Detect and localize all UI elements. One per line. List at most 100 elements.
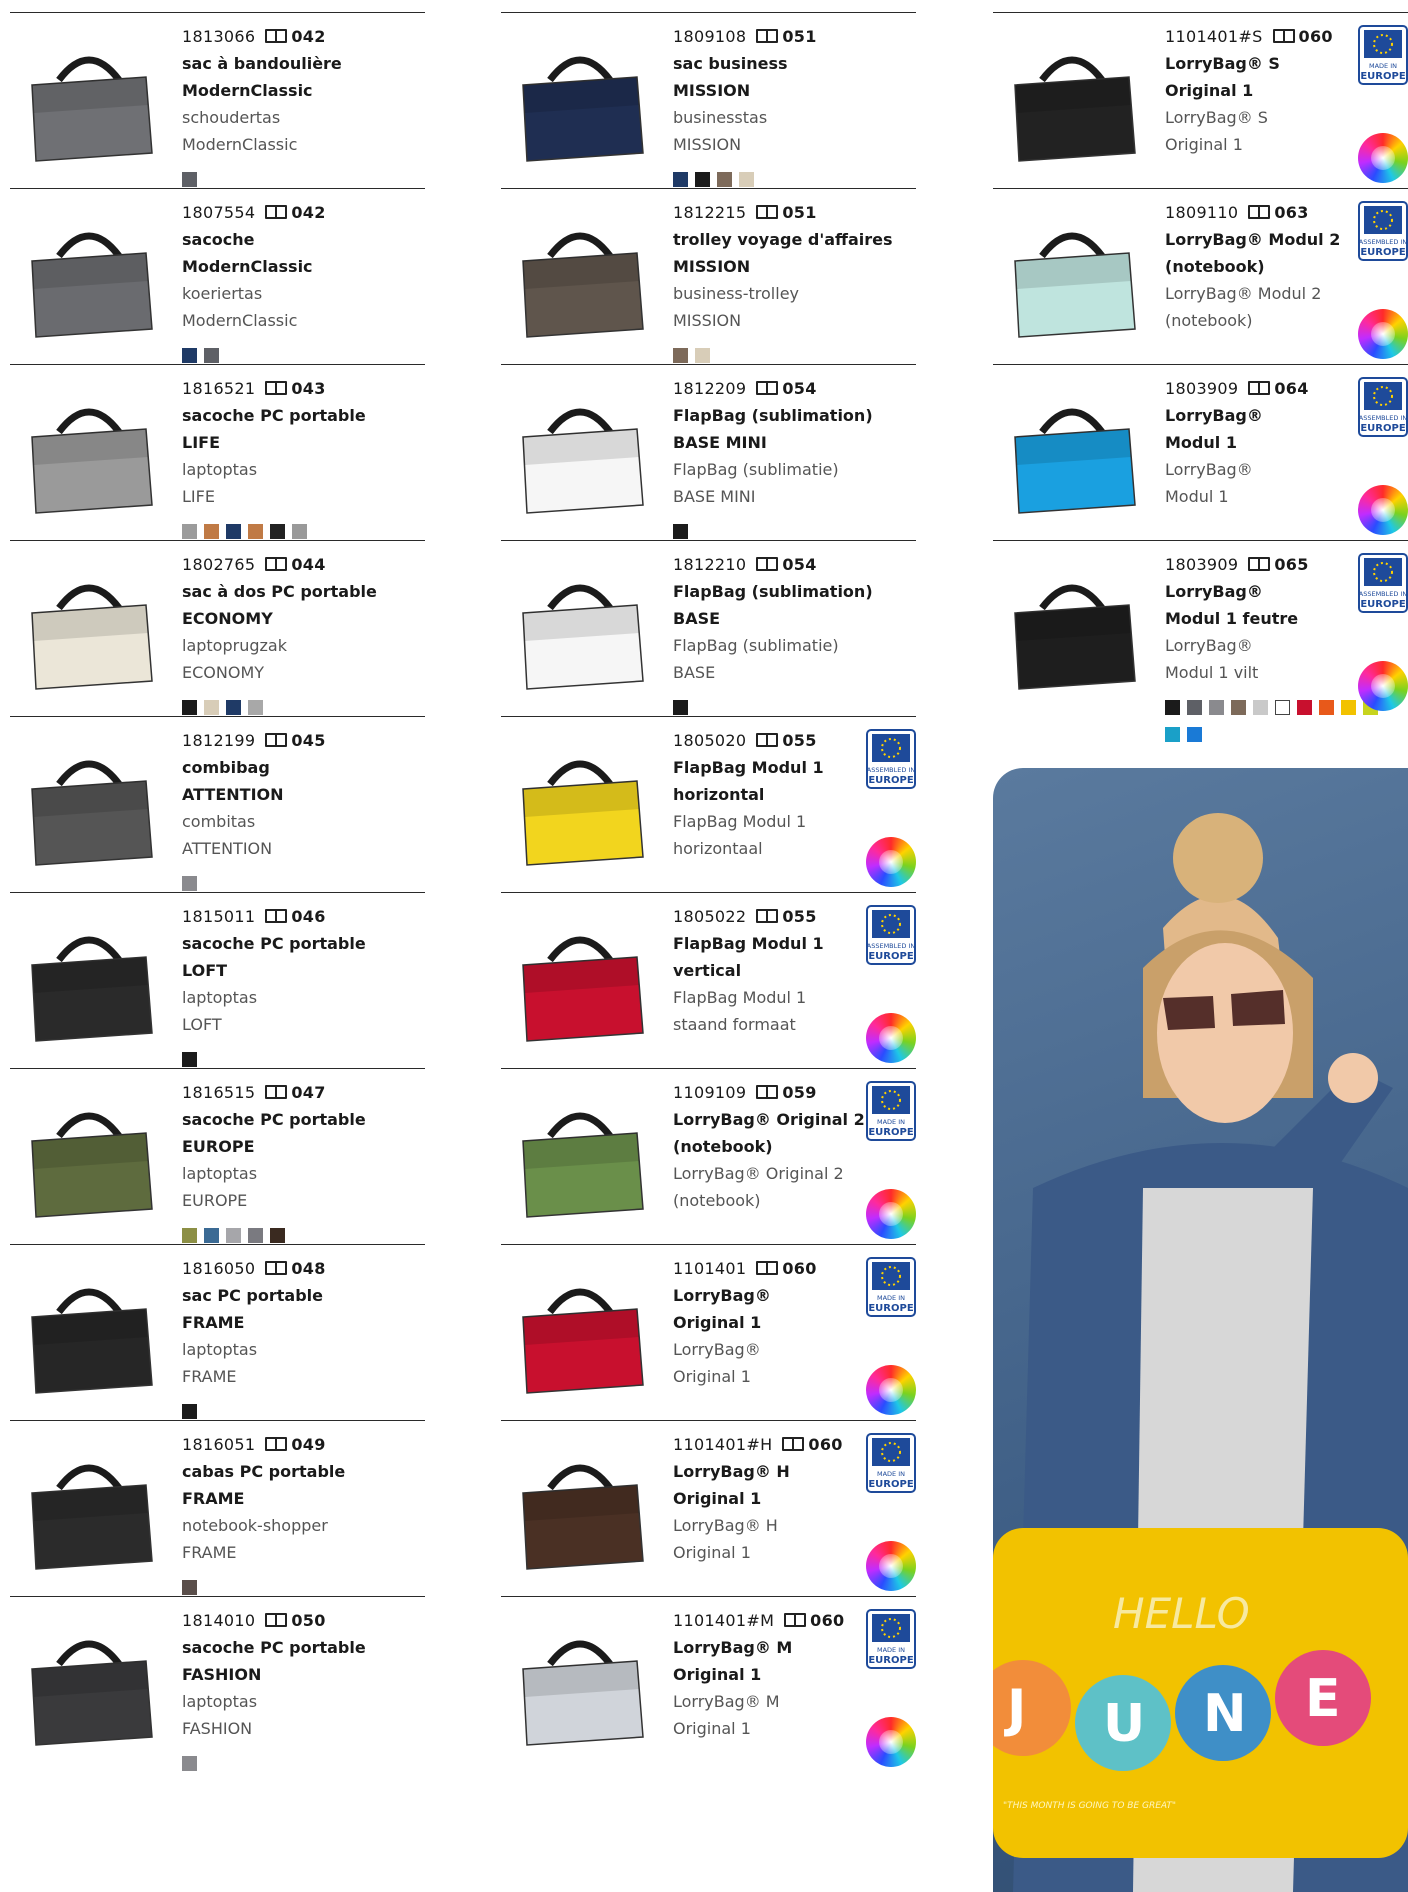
- catalog-page-icon: [1272, 29, 1295, 43]
- catalog-page-icon: [265, 29, 288, 43]
- eu-badge-icon: MADE INEUROPE: [1358, 25, 1408, 85]
- product-entry: 1812215 051 trolley voyage d'affaires MISSI…: [501, 188, 916, 364]
- product-code-line: 1802765 044: [182, 551, 422, 578]
- product-title-fr: sacoche: [182, 230, 255, 249]
- catalog-page-number: 044: [291, 555, 326, 574]
- catalog-page-number: 055: [782, 907, 817, 926]
- color-swatch: [270, 524, 285, 539]
- color-swatch: [673, 700, 688, 715]
- product-code: 1816521: [182, 379, 256, 398]
- catalog-page-icon: [265, 733, 288, 747]
- product-name-nl: ECONOMY: [182, 663, 265, 682]
- product-code-line: 1812209 054: [673, 375, 913, 402]
- color-swatch: [1253, 700, 1268, 715]
- product-column-1: 1813066 042 sac à bandoulière ModernClassic…: [10, 12, 425, 1772]
- product-title-nl: LorryBag® H: [673, 1516, 778, 1535]
- color-swatches: [673, 696, 913, 715]
- color-swatch: [292, 524, 307, 539]
- catalog-page-icon: [756, 1261, 779, 1275]
- eu-badge-icon: ASSEMBLED INEUROPE: [866, 905, 916, 965]
- eu-badge-icon: MADE INEUROPE: [866, 1257, 916, 1317]
- eu-badge-top: MADE IN: [877, 1470, 905, 1478]
- product-code: 1109109: [673, 1083, 747, 1102]
- color-swatch: [182, 1580, 197, 1595]
- color-swatch: [182, 524, 197, 539]
- catalog-page-icon: [756, 381, 779, 395]
- product-title-fr: cabas PC portable: [182, 1462, 346, 1481]
- product-name-nl: ModernClassic: [182, 311, 298, 330]
- product-title-nl: businesstas: [673, 108, 768, 127]
- product-title-nl: laptoptas: [182, 1692, 258, 1711]
- product-entry: 1101401 060 LorryBag® Original 1 LorryBag® Or…: [501, 1244, 916, 1420]
- product-title-fr: trolley voyage d'affaires: [673, 230, 893, 249]
- product-name-nl: MISSION: [673, 311, 742, 330]
- catalog-page-number: 042: [291, 203, 326, 222]
- bag-letter-e: E: [1305, 1669, 1341, 1729]
- product-code: 1101401: [673, 1259, 747, 1278]
- color-swatch: [695, 172, 710, 187]
- bag-letter-u: U: [1103, 1694, 1145, 1754]
- product-title-nl: LorryBag® S: [1165, 108, 1268, 127]
- product-title-nl: FlapBag (sublimatie): [673, 636, 839, 655]
- catalog-page-number: 063: [1274, 203, 1309, 222]
- product-entry: 1809108 051 sac business MISSION businesstas…: [501, 12, 916, 188]
- product-name-fr: MISSION: [673, 257, 751, 276]
- bag-text-slogan: "THIS MONTH IS GOING TO BE GREAT": [1003, 1801, 1176, 1811]
- eu-badge-icon: ASSEMBLED INEUROPE: [1358, 377, 1408, 437]
- color-swatches: [182, 1224, 422, 1243]
- product-image: [14, 387, 164, 527]
- product-entry: 1812209 054 FlapBag (sublimation) BASE MINI…: [501, 364, 916, 540]
- catalog-page-number: 064: [1274, 379, 1309, 398]
- product-title-fr: sacoche PC portable: [182, 1110, 366, 1129]
- product-name-fr: LIFE: [182, 433, 221, 452]
- product-title-nl: combitas: [182, 812, 256, 831]
- eu-badge-label: EUROPE: [868, 1127, 913, 1138]
- product-code-line: 1816521 043: [182, 375, 422, 402]
- product-name-fr: FRAME: [182, 1489, 245, 1508]
- color-swatches: [182, 1576, 422, 1595]
- color-swatch: [248, 524, 263, 539]
- product-title-nl: LorryBag® Original 2: [673, 1164, 844, 1183]
- product-title-nl: LorryBag® M: [673, 1692, 780, 1711]
- product-title-nl: FlapBag Modul 1: [673, 988, 807, 1007]
- color-swatches: [673, 168, 913, 187]
- product-code-line: 1814010 050: [182, 1607, 422, 1634]
- product-entry: 1812210 054 FlapBag (sublimation) BASE FlapB…: [501, 540, 916, 716]
- product-image: [14, 1091, 164, 1231]
- product-entry: 1805020 055 FlapBag Modul 1 horizontal FlapB…: [501, 716, 916, 892]
- catalog-page-icon: [265, 1437, 288, 1451]
- product-title-fr: sacoche PC portable: [182, 934, 366, 953]
- color-swatch: [673, 348, 688, 363]
- eu-badge-top: MADE IN: [877, 1294, 905, 1302]
- eu-badge-top: ASSEMBLED IN: [867, 766, 916, 774]
- eu-badge-icon: MADE INEUROPE: [866, 1609, 916, 1669]
- color-swatches: [182, 1752, 422, 1771]
- product-code: 1803909: [1165, 379, 1239, 398]
- catalog-page-number: 060: [782, 1259, 817, 1278]
- color-swatch: [182, 348, 197, 363]
- woman-with-bag-image: HELLO J U N E "THIS MONTH IS GOING TO BE…: [993, 813, 1408, 1892]
- product-title-fr: sac à dos PC portable: [182, 582, 377, 601]
- catalog-page-icon: [1248, 381, 1271, 395]
- product-entry: 1814010 050 sacoche PC portable FASHION lapt…: [10, 1596, 425, 1772]
- product-column-3: 1101401#S 060 LorryBag® S Original 1 LorryBa…: [993, 12, 1408, 742]
- color-swatch: [739, 172, 754, 187]
- product-title-nl: laptoptas: [182, 988, 258, 1007]
- product-title-nl: business-trolley: [673, 284, 799, 303]
- color-swatch: [695, 348, 710, 363]
- product-column-2: 1809108 051 sac business MISSION businesstas…: [501, 12, 916, 1772]
- color-swatches: [673, 344, 913, 363]
- color-swatch: [1187, 727, 1202, 742]
- catalog-page-icon: [756, 557, 779, 571]
- color-wheel-icon: [866, 837, 916, 887]
- product-image: [14, 563, 164, 703]
- product-name-nl: FASHION: [182, 1719, 253, 1738]
- product-name-fr: ModernClassic: [182, 257, 313, 276]
- product-entry: 1812199 045 combibag ATTENTION combitas ATTEN…: [10, 716, 425, 892]
- product-name-nl: ATTENTION: [182, 839, 273, 858]
- color-swatches: [182, 1400, 422, 1419]
- color-wheel-icon: [866, 1541, 916, 1591]
- product-code: 1813066: [182, 27, 256, 46]
- product-code: 1812209: [673, 379, 747, 398]
- eu-badge-label: EUROPE: [1360, 247, 1405, 258]
